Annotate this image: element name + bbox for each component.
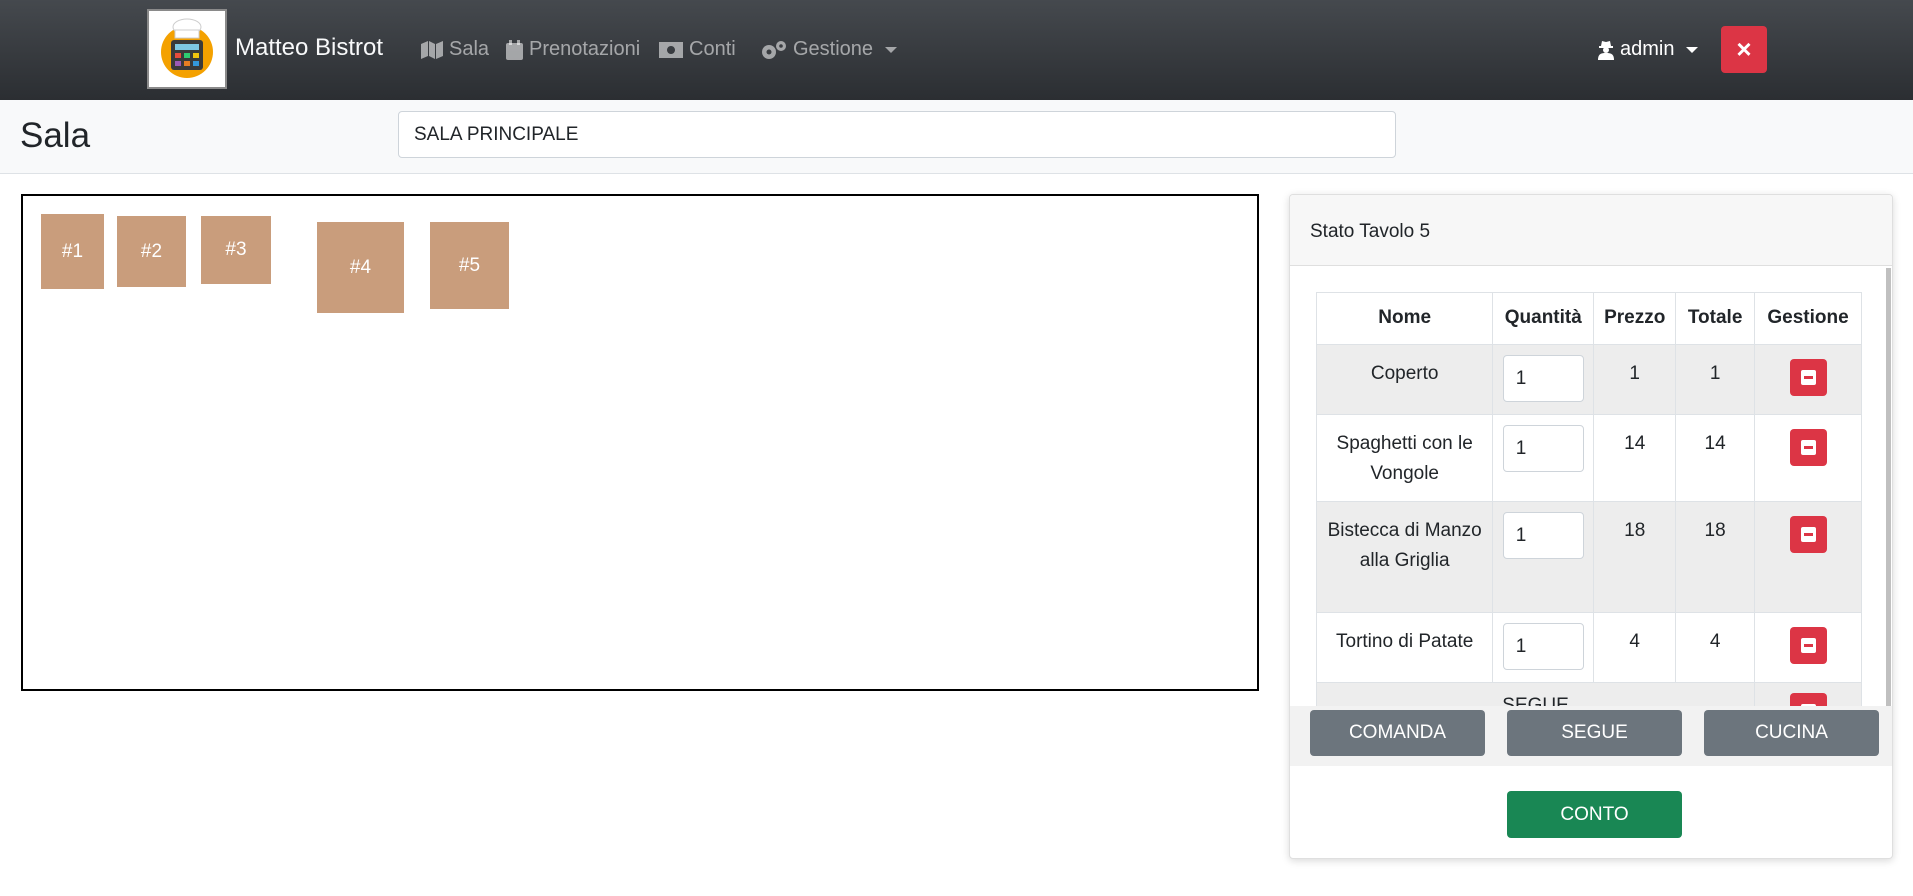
- column-header: Quantità: [1492, 292, 1595, 345]
- cucina-button[interactable]: CUCINA: [1704, 710, 1879, 756]
- separator-label: SEGUE: [1315, 682, 1756, 706]
- table-row: Tortino di Patate 1 4 4: [1315, 612, 1862, 683]
- nav-conti-label: Conti: [689, 38, 736, 60]
- column-header: Prezzo: [1593, 292, 1677, 345]
- minus-square-icon: [1800, 370, 1816, 385]
- quantity-input[interactable]: 1: [1502, 355, 1584, 402]
- item-name: Tortino di Patate: [1315, 612, 1494, 683]
- table-1[interactable]: #1: [41, 214, 104, 289]
- brand-name[interactable]: Matteo Bistrot: [235, 34, 383, 62]
- table-4[interactable]: #4: [317, 222, 404, 313]
- chef-cash-register-icon: [161, 18, 213, 78]
- user-label: admin: [1620, 38, 1675, 60]
- user-secret-icon: [1598, 40, 1614, 60]
- money-bill-icon: [659, 41, 683, 58]
- user-menu[interactable]: admin: [1598, 38, 1699, 61]
- remove-item-button[interactable]: [1789, 516, 1827, 553]
- item-total: 18: [1675, 501, 1756, 613]
- comanda-button[interactable]: COMANDA: [1310, 710, 1485, 756]
- remove-item-button[interactable]: [1789, 359, 1827, 396]
- table-2[interactable]: #2: [117, 216, 186, 287]
- logo[interactable]: [147, 9, 227, 89]
- chevron-down-icon: [885, 46, 898, 53]
- table-row: Bistecca di Manzo alla Griglia 1 18 18: [1315, 501, 1862, 613]
- table-row: Coperto 1 1 1: [1315, 344, 1862, 415]
- table-row: SEGUE: [1315, 682, 1862, 706]
- column-header: Gestione: [1754, 292, 1862, 345]
- map-icon: [421, 40, 443, 59]
- item-total: 14: [1675, 414, 1756, 502]
- table-row: Spaghetti con le Vongole 1 14 14: [1315, 414, 1862, 502]
- order-table: Nome Quantità Prezzo Totale Gestione Cop…: [1315, 292, 1862, 706]
- nav-conti[interactable]: Conti: [659, 38, 736, 61]
- item-name: Spaghetti con le Vongole: [1315, 414, 1494, 502]
- card-title: Stato Tavolo 5: [1290, 195, 1892, 266]
- segue-button[interactable]: SEGUE: [1507, 710, 1682, 756]
- nav-gestione[interactable]: Gestione: [761, 38, 898, 61]
- column-header: Nome: [1315, 292, 1494, 345]
- scrollbar[interactable]: [1886, 268, 1891, 706]
- gears-icon: [762, 40, 786, 59]
- nav-sala[interactable]: Sala: [421, 38, 489, 61]
- minus-square-icon: [1800, 638, 1816, 653]
- minus-square-icon: [1800, 527, 1816, 542]
- close-button[interactable]: ×: [1721, 26, 1767, 73]
- nav-sala-label: Sala: [449, 38, 490, 60]
- item-total: 1: [1675, 344, 1756, 415]
- page-header: Sala SALA PRINCIPALE: [0, 100, 1913, 174]
- close-icon: ×: [1736, 34, 1752, 64]
- item-price: 14: [1593, 414, 1677, 502]
- item-price: 18: [1593, 501, 1677, 613]
- action-bar: COMANDA SEGUE CUCINA: [1290, 706, 1892, 766]
- quantity-input[interactable]: 1: [1502, 512, 1584, 559]
- column-header: Totale: [1675, 292, 1756, 345]
- remove-item-button[interactable]: [1789, 693, 1827, 706]
- floor-plan: #1 #2 #3 #4 #5: [21, 194, 1259, 691]
- remove-item-button[interactable]: [1789, 429, 1827, 466]
- item-name: Coperto: [1315, 344, 1494, 415]
- calendar-icon: [506, 39, 523, 60]
- chevron-down-icon: [1686, 46, 1699, 53]
- nav-gestione-label: Gestione: [793, 38, 874, 60]
- conto-button[interactable]: CONTO: [1507, 791, 1682, 838]
- remove-item-button[interactable]: [1789, 627, 1827, 664]
- item-total: 4: [1675, 612, 1756, 683]
- item-price: 4: [1593, 612, 1677, 683]
- quantity-input[interactable]: 1: [1502, 623, 1584, 670]
- nav-prenotazioni-label: Prenotazioni: [529, 38, 641, 60]
- table-status-card: Stato Tavolo 5 Nome Quantità Prezzo Tota…: [1289, 194, 1893, 859]
- nav-prenotazioni[interactable]: Prenotazioni: [506, 38, 640, 61]
- navbar: Matteo Bistrot Sala Prenotazioni Conti G…: [0, 0, 1913, 100]
- item-price: 1: [1593, 344, 1677, 415]
- page-title: Sala: [20, 116, 91, 155]
- room-select[interactable]: SALA PRINCIPALE: [398, 111, 1396, 158]
- order-list[interactable]: Nome Quantità Prezzo Totale Gestione Cop…: [1290, 266, 1892, 706]
- minus-square-icon: [1800, 440, 1816, 455]
- quantity-input[interactable]: 1: [1502, 425, 1584, 472]
- item-name: Bistecca di Manzo alla Griglia: [1315, 501, 1494, 613]
- table-3[interactable]: #3: [201, 216, 271, 284]
- table-5[interactable]: #5: [430, 222, 509, 309]
